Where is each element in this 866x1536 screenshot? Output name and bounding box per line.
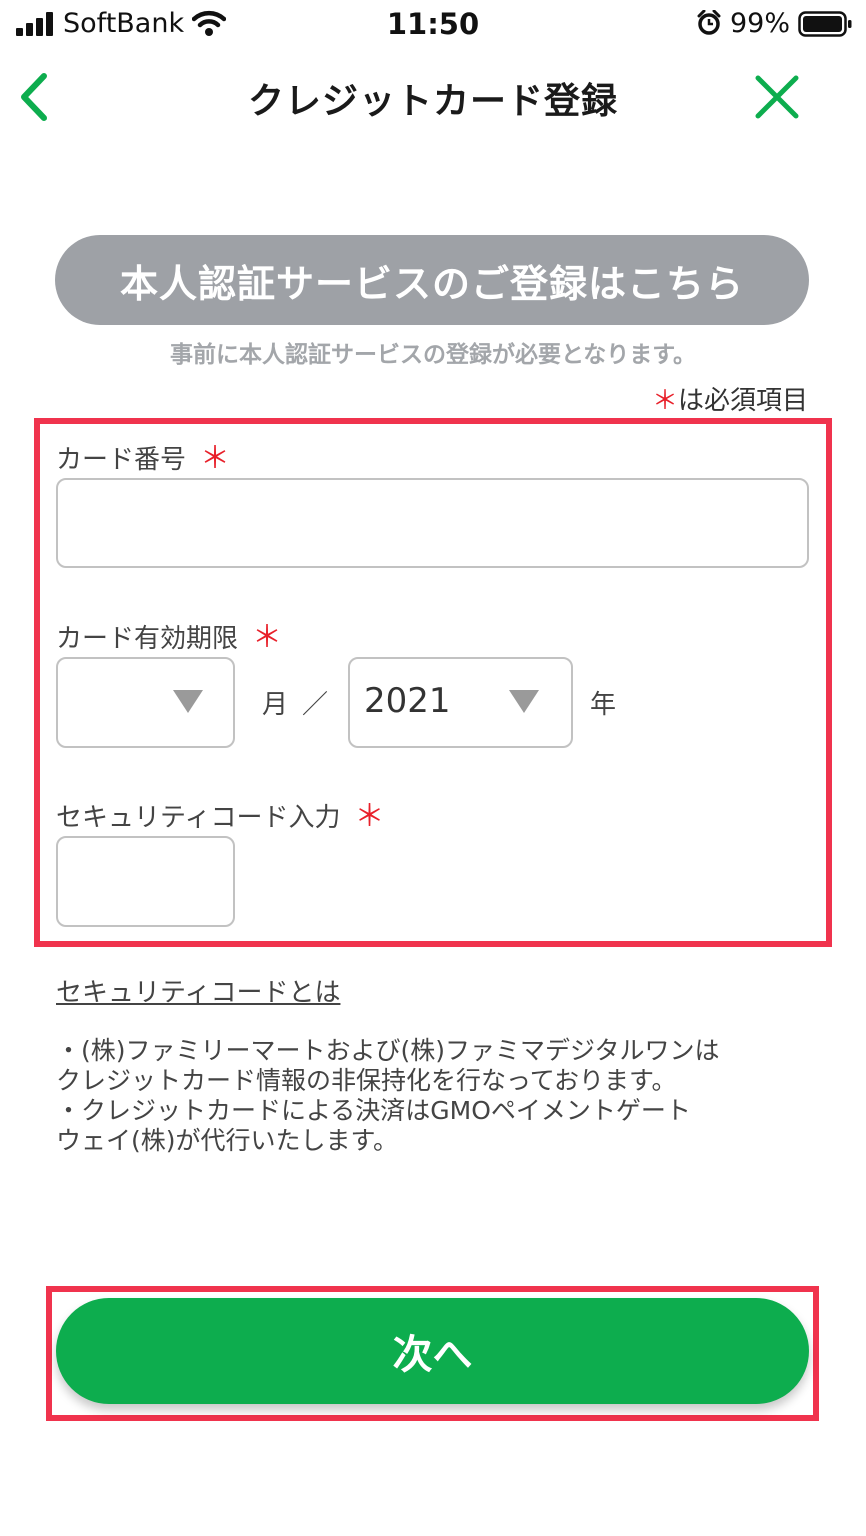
expiry-label: カード有効期限 ＊ (56, 612, 282, 656)
payment-notice: ・(株)ファミリーマートおよび(株)ファミマデジタルワンは クレジットカード情報… (56, 1036, 816, 1156)
security-code-label-text: セキュリティコード入力 (56, 803, 341, 833)
battery-percentage: 99% (730, 8, 791, 39)
required-note-text: は必須項目 (677, 386, 808, 416)
next-button[interactable]: 次へ (56, 1298, 809, 1404)
required-mark: ＊ (354, 799, 385, 834)
id-verification-button[interactable]: 本人認証サービスのご登録はこちら (55, 235, 809, 325)
alarm-icon (697, 10, 721, 35)
notice-line: ・(株)ファミリーマートおよび(株)ファミマデジタルワンは (56, 1036, 720, 1065)
close-icon (755, 75, 799, 119)
card-number-input[interactable] (56, 478, 809, 568)
required-fields-note: ＊は必須項目 (652, 380, 808, 417)
notice-line: クレジットカード情報の非保持化を行なっております。 (56, 1066, 677, 1095)
month-unit: 月 (262, 690, 289, 720)
card-number-label: カード番号 ＊ (56, 433, 230, 477)
expiry-label-text: カード有効期限 (56, 624, 239, 654)
verification-note: 事前に本人認証サービスの登録が必要となります。 (169, 342, 696, 368)
battery-icon (798, 11, 852, 37)
required-mark: ＊ (200, 441, 231, 476)
dropdown-arrow-icon (509, 690, 539, 713)
notice-line: ウェイ(株)が代行いたします。 (56, 1126, 399, 1155)
expiry-month-select[interactable] (56, 657, 235, 748)
notice-line: ・クレジットカードによる決済はGMOペイメントゲート (56, 1096, 691, 1125)
page-title: クレジットカード登録 (247, 81, 618, 122)
card-number-label-text: カード番号 (56, 445, 187, 475)
close-button[interactable] (752, 72, 802, 122)
expiry-year-unit: 年 (590, 690, 617, 720)
security-code-label: セキュリティコード入力 ＊ (56, 791, 384, 835)
expiry-month-unit: 月／ (262, 684, 328, 721)
status-bar: SoftBank 11:50 99% (0, 0, 866, 48)
security-code-input[interactable] (56, 836, 235, 927)
security-code-info-link[interactable]: セキュリティコードとは (56, 972, 340, 1009)
dropdown-arrow-icon (173, 690, 203, 713)
required-mark: ＊ (252, 620, 283, 655)
date-separator: ／ (302, 690, 329, 720)
expiry-year-select[interactable]: 2021 (348, 657, 573, 748)
required-mark: ＊ (651, 386, 678, 416)
expiry-year-value: 2021 (364, 681, 451, 721)
